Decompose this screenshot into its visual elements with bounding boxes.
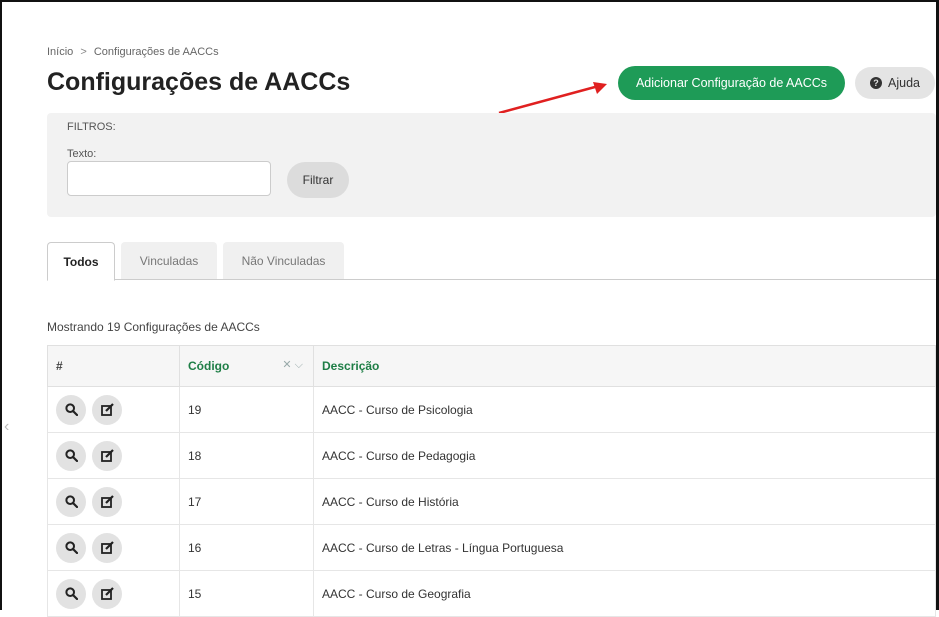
filters-panel: FILTROS: Texto: Filtrar	[47, 113, 936, 217]
row-actions	[56, 532, 171, 563]
row-description: AACC - Curso de Pedagogia	[313, 432, 936, 479]
edit-icon	[100, 541, 114, 554]
edit-button[interactable]	[92, 440, 122, 471]
chevron-down-icon[interactable]: ⌵	[295, 359, 303, 371]
breadcrumb-separator: >	[80, 46, 87, 59]
row-actions-cell	[47, 432, 180, 479]
table-row: 18 AACC - Curso de Pedagogia	[47, 432, 936, 479]
row-actions-cell	[47, 524, 180, 571]
tab-nao-vinculadas[interactable]: Não Vinculadas	[223, 242, 344, 279]
row-code: 16	[179, 524, 314, 571]
tab-todos[interactable]: Todos	[47, 242, 115, 281]
row-code: 19	[179, 386, 314, 433]
row-actions	[56, 486, 171, 517]
view-button[interactable]	[56, 440, 86, 471]
search-icon	[64, 495, 78, 508]
column-header-descricao[interactable]: Descrição	[313, 345, 936, 387]
search-icon	[64, 403, 78, 416]
view-button[interactable]	[56, 394, 86, 425]
view-button[interactable]	[56, 532, 86, 563]
help-button-label: Ajuda	[888, 76, 920, 90]
edit-icon	[100, 495, 114, 508]
sort-controls: ✕ ⌵	[282, 358, 303, 372]
breadcrumb-home-link[interactable]: Início	[47, 46, 73, 58]
window-frame-left	[0, 0, 2, 610]
view-button[interactable]	[56, 486, 86, 517]
row-description: AACC - Curso de Letras - Língua Portugue…	[313, 524, 936, 571]
window-frame-top	[0, 0, 939, 2]
result-count: Mostrando 19 Configurações de AACCs	[47, 320, 260, 334]
edit-icon	[100, 449, 114, 462]
page-title: Configurações de AACCs	[47, 68, 351, 96]
filters-title: FILTROS:	[67, 121, 116, 133]
column-header-codigo[interactable]: Código ✕ ⌵	[179, 345, 314, 387]
breadcrumb: Início > Configurações de AACCs	[47, 46, 219, 58]
filter-button[interactable]: Filtrar	[287, 162, 349, 198]
help-button[interactable]: ? Ajuda	[855, 67, 935, 99]
row-actions-cell	[47, 386, 180, 433]
row-code: 18	[179, 432, 314, 479]
row-code: 17	[179, 478, 314, 525]
row-description: AACC - Curso de História	[313, 478, 936, 525]
row-actions	[56, 578, 171, 609]
search-icon	[64, 449, 78, 462]
edit-button[interactable]	[92, 486, 122, 517]
annotation-arrow-icon	[498, 82, 607, 115]
question-circle-icon: ?	[870, 77, 882, 89]
text-filter-input[interactable]	[67, 161, 271, 196]
text-filter-label: Texto:	[67, 148, 97, 160]
table-header-row: # Código ✕ ⌵ Descrição	[47, 345, 936, 387]
row-actions	[56, 440, 171, 471]
sidebar-collapse-icon[interactable]: ‹	[4, 418, 9, 436]
row-actions	[56, 394, 171, 425]
table-row: 19 AACC - Curso de Psicologia	[47, 386, 936, 433]
row-actions-cell	[47, 478, 180, 525]
column-header-codigo-label: Código	[188, 359, 230, 373]
add-configuration-button[interactable]: Adicionar Configuração de AACCs	[618, 66, 845, 100]
column-header-hash: #	[47, 345, 180, 387]
table-row: 16 AACC - Curso de Letras - Língua Portu…	[47, 524, 936, 571]
edit-button[interactable]	[92, 578, 122, 609]
search-icon	[64, 541, 78, 554]
table-row: 17 AACC - Curso de História	[47, 478, 936, 525]
close-icon[interactable]: ✕	[282, 359, 291, 371]
edit-button[interactable]	[92, 532, 122, 563]
tab-vinculadas[interactable]: Vinculadas	[121, 242, 217, 279]
search-icon	[64, 587, 78, 600]
breadcrumb-current: Configurações de AACCs	[93, 46, 219, 59]
edit-button[interactable]	[92, 394, 122, 425]
row-description: AACC - Curso de Psicologia	[313, 386, 936, 433]
tab-bar: Todos Vinculadas Não Vinculadas	[47, 242, 936, 281]
configurations-table: # Código ✕ ⌵ Descrição 19 AACC - Curso d…	[47, 345, 936, 617]
view-button[interactable]	[56, 578, 86, 609]
edit-icon	[100, 587, 114, 600]
edit-icon	[100, 403, 114, 416]
